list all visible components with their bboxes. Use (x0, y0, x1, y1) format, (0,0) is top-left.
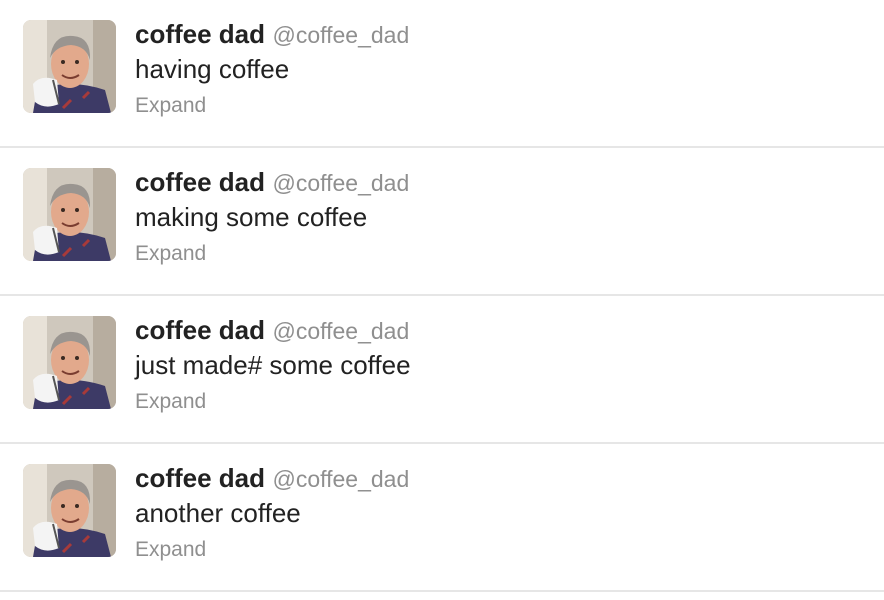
tweet-text: making some coffee (135, 202, 368, 232)
tweet-content: coffee dad @coffee_dad having coffee Exp… (135, 17, 864, 120)
display-name[interactable]: coffee dad (135, 463, 265, 493)
avatar[interactable] (23, 20, 116, 113)
display-name[interactable]: coffee dad (135, 19, 265, 49)
expand-link[interactable]: Expand (135, 536, 206, 564)
tweet-header: coffee dad @coffee_dad (135, 461, 864, 495)
username[interactable]: @coffee_dad (272, 318, 409, 344)
tweet-stream: coffee dad @coffee_dad having coffee Exp… (0, 0, 884, 592)
avatar[interactable] (23, 316, 116, 409)
avatar[interactable] (23, 168, 116, 261)
tweet-text: another coffee (135, 498, 301, 528)
tweet-content: coffee dad @coffee_dad just made# some c… (135, 313, 864, 416)
tweet[interactable]: coffee dad @coffee_dad having coffee Exp… (0, 0, 884, 148)
username[interactable]: @coffee_dad (272, 170, 409, 196)
tweet-content: coffee dad @coffee_dad another coffee Ex… (135, 461, 864, 564)
tweet-text: having coffee (135, 54, 290, 84)
avatar-photo (23, 464, 116, 557)
tweet-header: coffee dad @coffee_dad (135, 165, 864, 199)
expand-link[interactable]: Expand (135, 388, 206, 416)
tweet[interactable]: coffee dad @coffee_dad another coffee Ex… (0, 444, 884, 592)
tweet-header: coffee dad @coffee_dad (135, 313, 864, 347)
username[interactable]: @coffee_dad (272, 466, 409, 492)
display-name[interactable]: coffee dad (135, 315, 265, 345)
tweet[interactable]: coffee dad @coffee_dad just made# some c… (0, 296, 884, 444)
username[interactable]: @coffee_dad (272, 22, 409, 48)
tweet-text: just made# some coffee (135, 350, 411, 380)
avatar-photo (23, 20, 116, 113)
display-name[interactable]: coffee dad (135, 167, 265, 197)
avatar-photo (23, 168, 116, 261)
expand-link[interactable]: Expand (135, 92, 206, 120)
avatar[interactable] (23, 464, 116, 557)
tweet[interactable]: coffee dad @coffee_dad making some coffe… (0, 148, 884, 296)
tweet-content: coffee dad @coffee_dad making some coffe… (135, 165, 864, 268)
avatar-photo (23, 316, 116, 409)
expand-link[interactable]: Expand (135, 240, 206, 268)
tweet-header: coffee dad @coffee_dad (135, 17, 864, 51)
